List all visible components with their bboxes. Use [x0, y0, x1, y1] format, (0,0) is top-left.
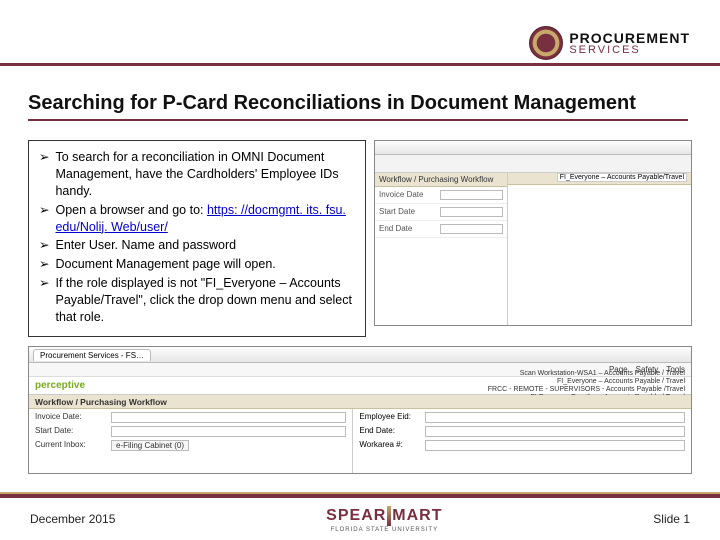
list-item: ➢ If the role displayed is not "FI_Every…	[39, 275, 355, 326]
browser-tab[interactable]: Procurement Services - FS…	[33, 349, 151, 361]
field-label: Start Date:	[35, 426, 105, 437]
workarea-field[interactable]	[425, 440, 685, 451]
seal-icon	[529, 26, 563, 60]
field-label: End Date:	[359, 426, 419, 437]
logo-right: MART	[392, 508, 442, 524]
role-option[interactable]: FI_Everyone – Accounts Payable / Travel	[488, 378, 685, 385]
field-label: Current Inbox:	[35, 440, 105, 451]
list-item-text: Open a browser and go to:	[55, 203, 206, 217]
invoice-date-field[interactable]	[440, 190, 503, 200]
brand-top: PROCUREMENT	[569, 31, 690, 45]
bullet-arrow-icon: ➢	[39, 256, 49, 273]
start-date-field[interactable]	[440, 207, 503, 217]
field-label: Invoice Date	[379, 190, 434, 200]
browser-toolbar	[375, 155, 691, 173]
list-item-text: If the role displayed is not "FI_Everyon…	[55, 275, 355, 326]
bullet-arrow-icon: ➢	[39, 202, 49, 236]
field-label: End Date	[379, 224, 434, 234]
footer-date: December 2015	[30, 512, 115, 526]
footer-logo: SPEAR MART FLORIDA STATE UNIVERSITY	[326, 506, 442, 533]
brand-bottom: SERVICES	[569, 45, 690, 56]
field-label: Employee Eid:	[359, 412, 419, 423]
field-label: Start Date	[379, 207, 434, 217]
start-date-field[interactable]	[111, 426, 346, 437]
app-brand: perceptive	[35, 380, 85, 391]
screenshot-bottom: Procurement Services - FS… Page Safety T…	[28, 346, 692, 474]
list-item: ➢ Open a browser and go to: https: //doc…	[39, 202, 355, 236]
footer: December 2015 SPEAR MART FLORIDA STATE U…	[0, 498, 720, 540]
list-item-text: To search for a reconciliation in OMNI D…	[55, 149, 355, 200]
field-label: Workarea #:	[359, 440, 419, 451]
current-inbox-value[interactable]: e-Filing Cabinet (0)	[111, 440, 189, 451]
page-title: Searching for P-Card Reconciliations in …	[28, 92, 688, 121]
field-label: Invoice Date:	[35, 412, 105, 423]
screenshot-top: FI_Everyone – Accounts Payable/Travel Wo…	[374, 140, 692, 326]
bullet-arrow-icon: ➢	[39, 275, 49, 326]
invoice-date-field[interactable]	[111, 412, 346, 423]
end-date-field[interactable]	[440, 224, 503, 234]
list-item-text: Enter User. Name and password	[55, 237, 236, 254]
workflow-header: Workflow / Purchasing Workflow	[375, 173, 507, 187]
slide-number: Slide 1	[653, 512, 690, 526]
role-option[interactable]: Scan Workstation-WSA1 – Accounts Payable…	[488, 370, 685, 377]
list-item: ➢ To search for a reconciliation in OMNI…	[39, 149, 355, 200]
end-date-field[interactable]	[425, 426, 685, 437]
header-logo: PROCUREMENT SERVICES	[529, 26, 690, 60]
workflow-header: Workflow / Purchasing Workflow	[29, 395, 691, 409]
window-titlebar	[375, 141, 691, 155]
header-divider	[0, 63, 720, 66]
logo-sub: FLORIDA STATE UNIVERSITY	[331, 527, 438, 533]
role-option[interactable]: FRCC - REMOTE - SUPERVISORS - Accounts P…	[488, 386, 685, 393]
spear-icon	[387, 506, 391, 526]
list-item-text: Document Management page will open.	[55, 256, 275, 273]
employee-id-field[interactable]	[425, 412, 685, 423]
instruction-list: ➢ To search for a reconciliation in OMNI…	[28, 140, 366, 337]
bullet-arrow-icon: ➢	[39, 237, 49, 254]
list-item: ➢ Enter User. Name and password	[39, 237, 355, 254]
logo-left: SPEAR	[326, 508, 386, 524]
list-item: ➢ Document Management page will open.	[39, 256, 355, 273]
bullet-arrow-icon: ➢	[39, 149, 49, 200]
role-dropdown[interactable]: FI_Everyone – Accounts Payable/Travel	[557, 173, 687, 182]
